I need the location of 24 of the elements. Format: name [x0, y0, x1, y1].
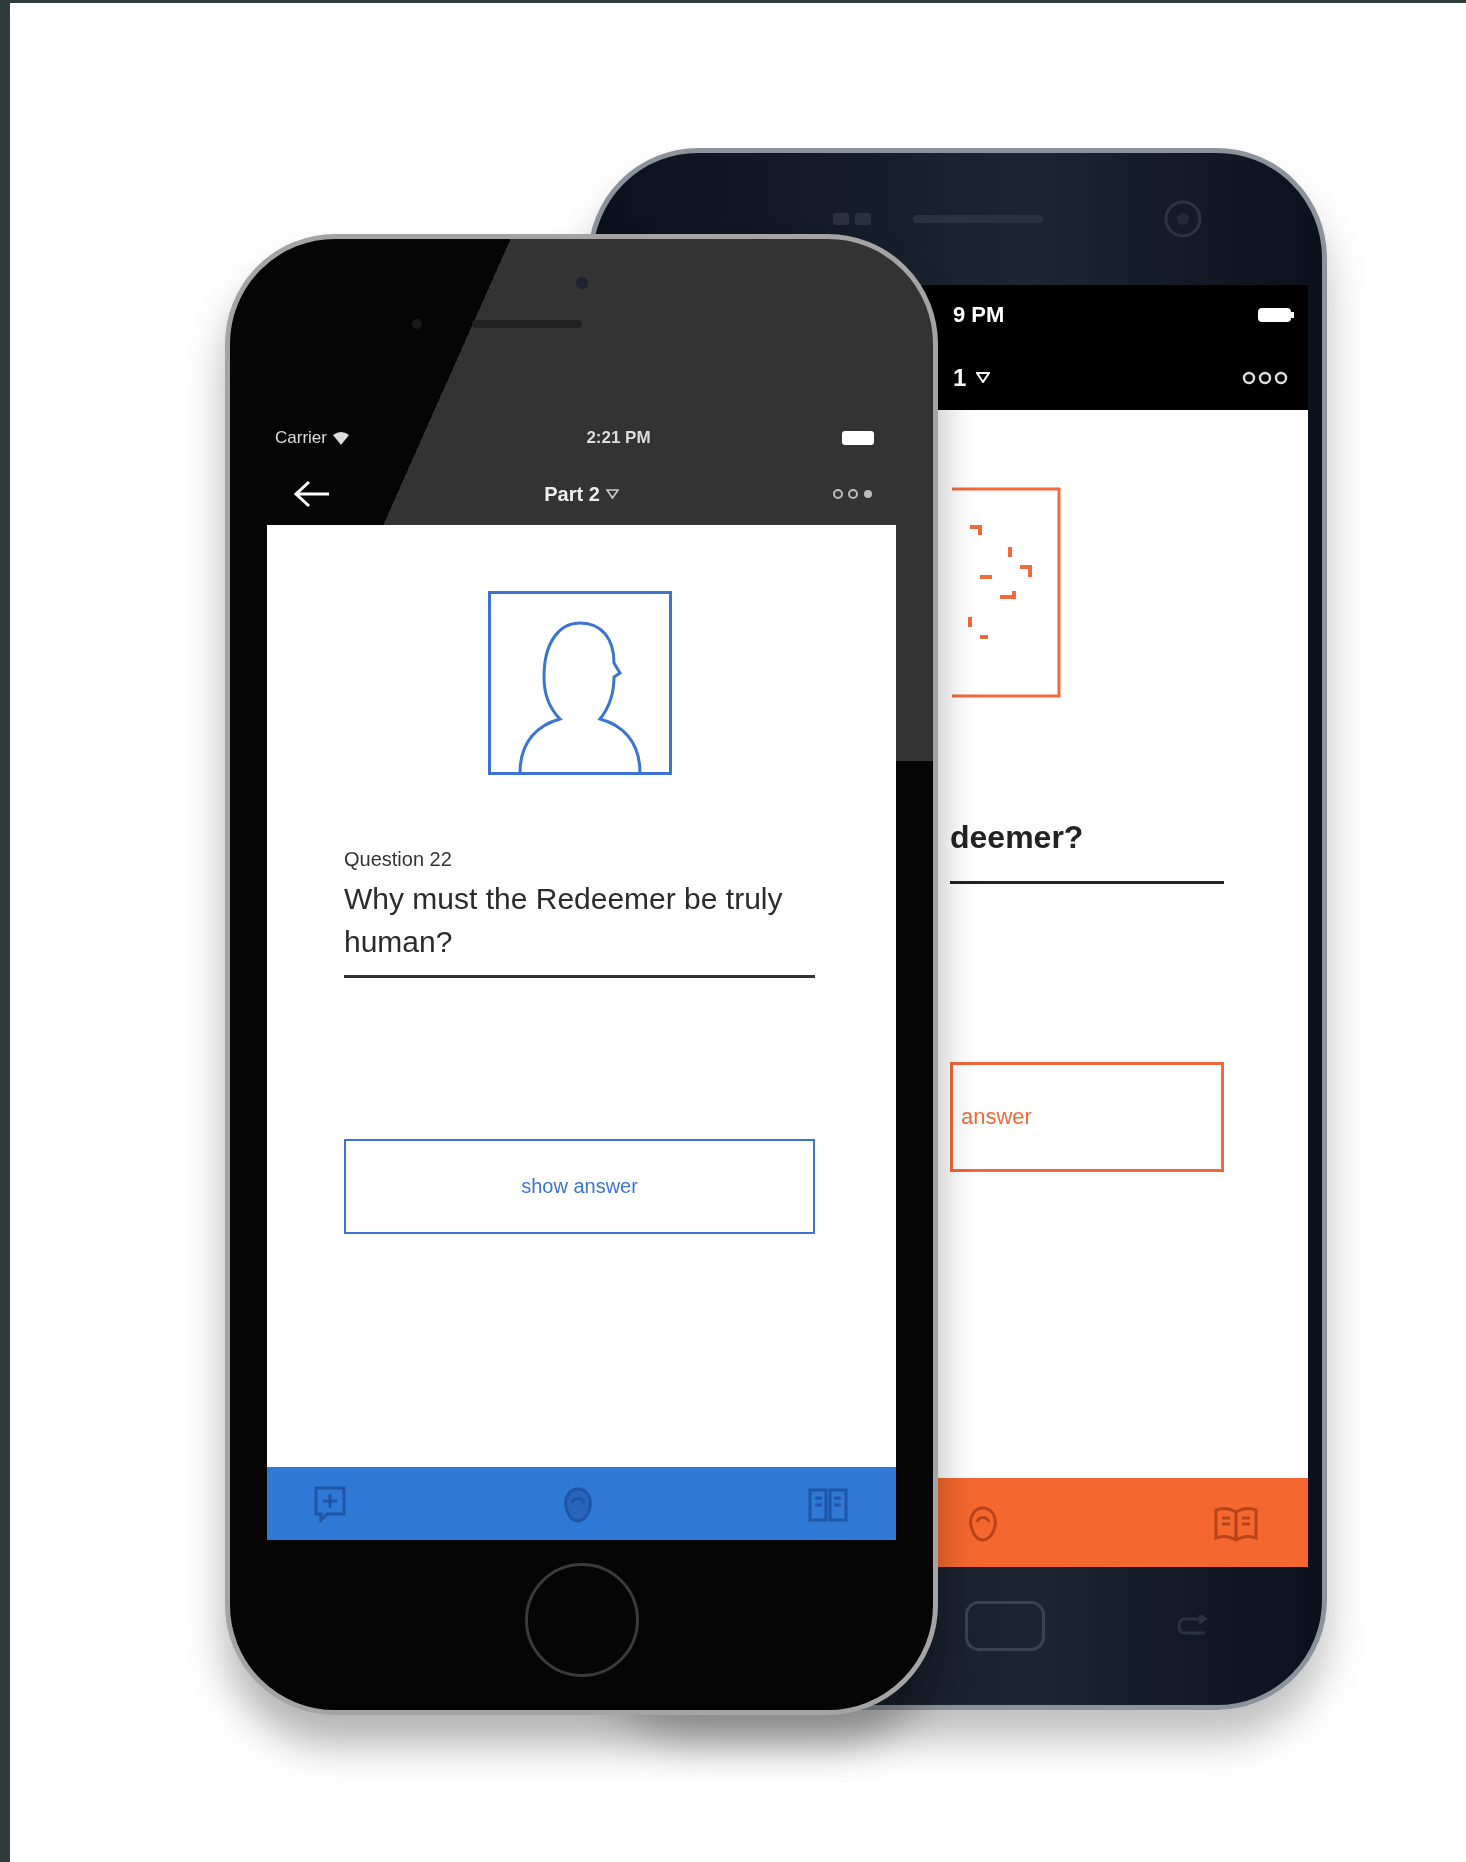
- carrier-label: Carrier: [275, 428, 327, 448]
- question-number: Question 22: [344, 847, 452, 871]
- wifi-icon: [332, 431, 349, 445]
- person-icon: [487, 591, 672, 775]
- status-time: 9 PM: [953, 302, 1005, 328]
- status-time: 2:21 PM: [586, 428, 651, 448]
- show-answer-button[interactable]: show answer: [344, 1139, 815, 1234]
- battery-icon: [1258, 308, 1294, 322]
- home-button[interactable]: [524, 1563, 639, 1677]
- scan-frame-icon: [950, 487, 1061, 698]
- sensor-icon: [832, 211, 873, 227]
- home-key[interactable]: [965, 1601, 1045, 1651]
- question-text: deemer?: [950, 817, 1224, 884]
- back-arrow-icon[interactable]: [293, 479, 331, 509]
- chat-plus-icon[interactable]: [313, 1484, 347, 1523]
- caret-icon: [605, 489, 619, 499]
- battery-icon: [842, 431, 876, 445]
- caret-icon: [976, 372, 991, 383]
- camera-icon: [1162, 199, 1203, 239]
- question-text: Why must the Redeemer be truly human?: [344, 877, 815, 978]
- part-selector[interactable]: Part 2: [544, 482, 619, 506]
- more-icon[interactable]: [832, 488, 874, 500]
- more-icon[interactable]: [1242, 370, 1288, 385]
- part-selector[interactable]: 1: [953, 363, 991, 392]
